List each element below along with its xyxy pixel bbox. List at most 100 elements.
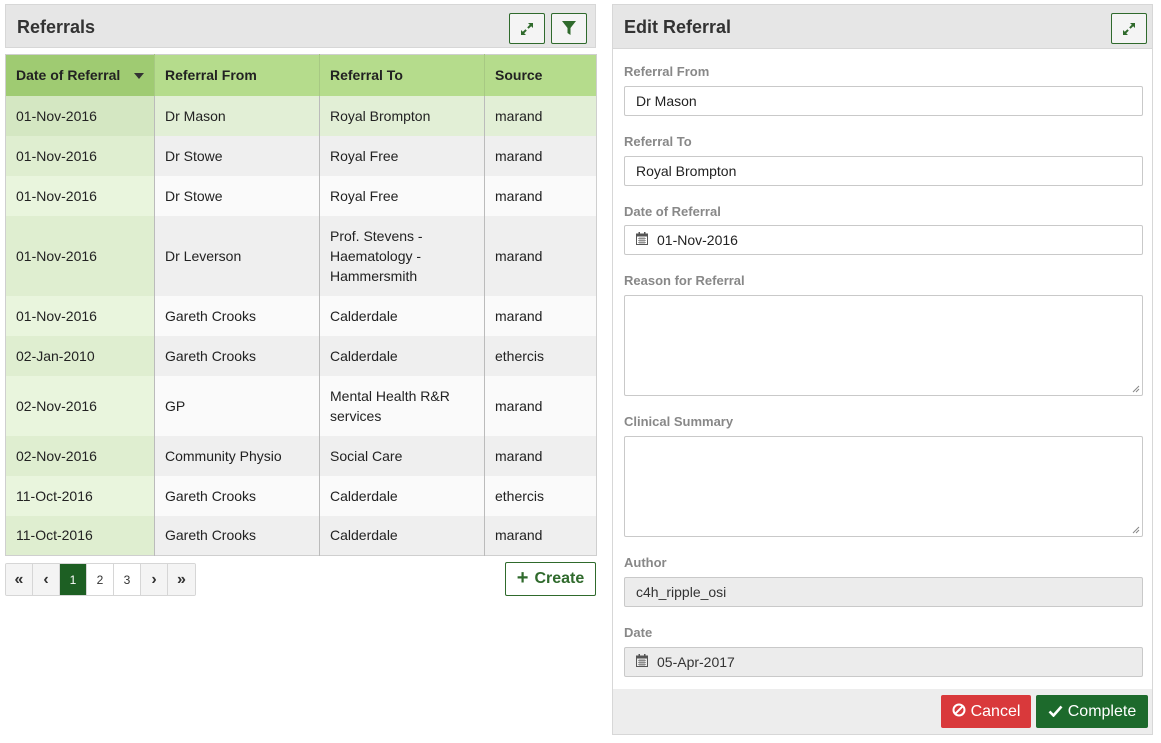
referrals-header: Referrals xyxy=(5,4,596,48)
reason-label: Reason for Referral xyxy=(624,273,745,288)
reason-textarea[interactable] xyxy=(624,295,1143,396)
cell-date: 01-Nov-2016 xyxy=(5,95,155,136)
column-header-from[interactable]: Referral From xyxy=(154,54,320,96)
date-of-referral-value: 01-Nov-2016 xyxy=(657,232,738,248)
clinical-summary-textarea[interactable] xyxy=(624,436,1143,537)
cell-to: Calderdale xyxy=(319,295,485,336)
cell-date: 01-Nov-2016 xyxy=(5,215,155,296)
cell-source: marand xyxy=(484,175,597,216)
column-header-date[interactable]: Date of Referral xyxy=(5,54,155,96)
table-row[interactable]: 11-Oct-2016 Gareth Crooks Calderdale eth… xyxy=(5,475,597,516)
referral-from-value: Dr Mason xyxy=(636,93,697,109)
table-row[interactable]: 01-Nov-2016 Dr Leverson Prof. Stevens - … xyxy=(5,215,597,296)
next-page-button[interactable]: › xyxy=(141,564,168,595)
referral-from-label: Referral From xyxy=(624,64,710,79)
cell-source: marand xyxy=(484,135,597,176)
column-header-source[interactable]: Source xyxy=(484,54,597,96)
date-of-referral-input[interactable]: 01-Nov-2016 xyxy=(624,225,1143,255)
table-row[interactable]: 02-Nov-2016 Community Physio Social Care… xyxy=(5,435,597,476)
edit-referral-header: Edit Referral xyxy=(613,5,1152,49)
cell-to: Calderdale xyxy=(319,475,485,516)
create-button[interactable]: + Create xyxy=(505,562,596,596)
table-row[interactable]: 02-Jan-2010 Gareth Crooks Calderdale eth… xyxy=(5,335,597,376)
filter-icon xyxy=(562,21,576,36)
cell-from: Gareth Crooks xyxy=(154,295,320,336)
cell-source: marand xyxy=(484,215,597,296)
pagination: « ‹ 1 2 3 › » xyxy=(5,563,196,596)
author-input: c4h_ripple_osi xyxy=(624,577,1143,607)
cell-from: Dr Mason xyxy=(154,95,320,136)
cell-from: Gareth Crooks xyxy=(154,335,320,376)
cell-to-line: Prof. Stevens - xyxy=(330,227,423,244)
referrals-panel: Referrals Date of Referral Referral From… xyxy=(5,4,597,596)
page-button-3[interactable]: 3 xyxy=(114,564,141,595)
edit-referral-panel: Edit Referral Referral From Dr Mason Ref… xyxy=(612,4,1153,735)
date-label: Date xyxy=(624,625,653,640)
filter-button[interactable] xyxy=(551,13,587,44)
table-row[interactable]: 01-Nov-2016 Dr Stowe Royal Free marand xyxy=(5,175,597,216)
date-of-referral-label: Date of Referral xyxy=(624,204,721,219)
cell-source: marand xyxy=(484,515,597,556)
cell-source: marand xyxy=(484,95,597,136)
cell-from: Gareth Crooks xyxy=(154,475,320,516)
cell-from: GP xyxy=(154,375,320,436)
plus-icon: + xyxy=(516,567,529,589)
create-label: Create xyxy=(534,570,585,587)
cell-to: Mental Health R&R services xyxy=(319,375,485,436)
table-row[interactable]: 02-Nov-2016 GP Mental Health R&R service… xyxy=(5,375,597,436)
resize-grip-icon[interactable] xyxy=(1132,526,1140,534)
cell-source: marand xyxy=(484,375,597,436)
cell-to-line: Hammersmith xyxy=(330,267,418,284)
cell-date: 01-Nov-2016 xyxy=(5,135,155,176)
referrals-table: Date of Referral Referral From Referral … xyxy=(5,54,597,556)
cell-to: Calderdale xyxy=(319,515,485,556)
column-header-to[interactable]: Referral To xyxy=(319,54,485,96)
cell-from: Community Physio xyxy=(154,435,320,476)
last-page-button[interactable]: » xyxy=(168,564,195,595)
cell-source: marand xyxy=(484,295,597,336)
sort-caret-icon xyxy=(134,73,144,79)
cell-source: ethercis xyxy=(484,335,597,376)
panel-title: Edit Referral xyxy=(624,17,732,37)
resize-grip-icon[interactable] xyxy=(1132,385,1140,393)
expand-icon xyxy=(520,22,534,36)
first-page-button[interactable]: « xyxy=(6,564,33,595)
cancel-button[interactable]: Cancel xyxy=(941,695,1031,728)
complete-button[interactable]: Complete xyxy=(1036,695,1148,728)
prev-page-button[interactable]: ‹ xyxy=(33,564,60,595)
cell-to: Prof. Stevens - Haematology - Hammersmit… xyxy=(319,215,485,296)
expand-button[interactable] xyxy=(1111,13,1147,44)
cell-date: 11-Oct-2016 xyxy=(5,475,155,516)
cell-to: Social Care xyxy=(319,435,485,476)
cell-to: Royal Brompton xyxy=(319,95,485,136)
cell-date: 01-Nov-2016 xyxy=(5,175,155,216)
referral-to-input[interactable]: Royal Brompton xyxy=(624,156,1143,186)
cell-date: 01-Nov-2016 xyxy=(5,295,155,336)
cell-from: Dr Leverson xyxy=(154,215,320,296)
referral-to-value: Royal Brompton xyxy=(636,163,737,179)
check-icon xyxy=(1048,704,1063,720)
date-value: 05-Apr-2017 xyxy=(657,654,735,670)
expand-button[interactable] xyxy=(509,13,545,44)
complete-label: Complete xyxy=(1067,702,1137,720)
cell-to: Royal Free xyxy=(319,175,485,216)
cell-from: Gareth Crooks xyxy=(154,515,320,556)
calendar-icon xyxy=(636,654,648,670)
table-row[interactable]: 11-Oct-2016 Gareth Crooks Calderdale mar… xyxy=(5,515,597,556)
table-row[interactable]: 01-Nov-2016 Dr Stowe Royal Free marand xyxy=(5,135,597,176)
cell-date: 11-Oct-2016 xyxy=(5,515,155,556)
calendar-icon xyxy=(636,232,648,248)
referral-to-label: Referral To xyxy=(624,134,692,149)
cell-to: Royal Free xyxy=(319,135,485,176)
page-button-1[interactable]: 1 xyxy=(60,564,87,595)
cell-date: 02-Jan-2010 xyxy=(5,335,155,376)
table-row[interactable]: 01-Nov-2016 Dr Mason Royal Brompton mara… xyxy=(5,95,597,136)
cell-from: Dr Stowe xyxy=(154,135,320,176)
cell-to-line: Haematology - xyxy=(330,247,422,264)
panel-title: Referrals xyxy=(17,17,96,37)
referral-from-input[interactable]: Dr Mason xyxy=(624,86,1143,116)
table-row[interactable]: 01-Nov-2016 Gareth Crooks Calderdale mar… xyxy=(5,295,597,336)
cell-to-line: Mental Health R&R xyxy=(330,387,450,404)
page-button-2[interactable]: 2 xyxy=(87,564,114,595)
date-input: 05-Apr-2017 xyxy=(624,647,1143,677)
